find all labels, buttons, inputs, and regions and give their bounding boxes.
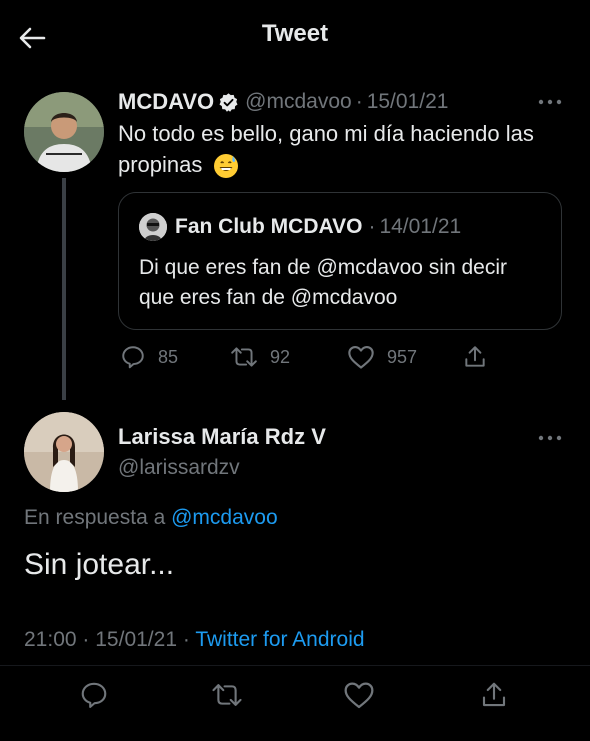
page-title: Tweet [261, 20, 329, 47]
grinning-sweat-emoji-icon [213, 153, 239, 179]
quoted-tweet-date: 14/01/21 [379, 215, 462, 238]
like-icon [348, 346, 374, 369]
quoted-author-name: Fan Club MCDAVO [175, 215, 363, 238]
reply-context: En respuesta a @mcdavoo [24, 506, 278, 530]
reply-author-handle[interactable]: @larissardzv [118, 456, 240, 480]
reply-text: Sin jotear... [24, 548, 175, 581]
verified-badge-icon [218, 92, 239, 113]
tweet-date[interactable]: 15/01/21 [367, 90, 449, 114]
separator-dot: · [182, 628, 190, 651]
tweet-text: No todo es bello, gano mi día haciendo l… [118, 118, 573, 180]
author-handle[interactable]: @mcdavoo [245, 90, 352, 114]
tweet-header: MCDAVO @mcdavoo · 15/01/21 [118, 88, 448, 116]
reply-button[interactable]: 85 [120, 344, 178, 370]
like-button[interactable]: 957 [347, 344, 417, 370]
retweet-icon [231, 347, 257, 367]
bottom-retweet-button[interactable] [211, 680, 243, 710]
author-name[interactable]: MCDAVO [118, 89, 214, 115]
share-icon [482, 682, 506, 707]
source-link[interactable]: Twitter for Android [195, 628, 364, 651]
separator-dot: · [82, 628, 90, 651]
reply-to-mention-link[interactable]: @mcdavoo [171, 506, 278, 529]
quoted-avatar [139, 213, 167, 241]
separator-dot: · [355, 90, 363, 113]
thread-connector [62, 178, 66, 400]
quoted-tweet[interactable]: Fan Club MCDAVO · 14/01/21 Di que eres f… [118, 192, 562, 330]
tweet-text-body: No todo es bello, gano mi día haciendo l… [118, 121, 534, 177]
more-options-button[interactable] [535, 92, 565, 112]
separator-dot: · [368, 215, 376, 238]
reply-timestamp: 21:00 · 15/01/21 · Twitter for Android [24, 628, 365, 652]
bottom-reply-button[interactable] [79, 680, 109, 710]
reply-avatar[interactable] [24, 412, 104, 492]
bottom-like-button[interactable] [343, 680, 375, 710]
like-count: 957 [387, 346, 418, 367]
reply-icon [81, 682, 107, 708]
quoted-tweet-text: Di que eres fan de @mcdavoo sin decir qu… [139, 256, 508, 309]
more-icon [538, 99, 562, 105]
share-icon [465, 346, 485, 367]
share-button[interactable] [462, 344, 488, 370]
reply-count: 85 [158, 346, 179, 367]
retweet-count: 92 [270, 346, 291, 367]
quoted-tweet-header: Fan Club MCDAVO · 14/01/21 [139, 213, 461, 241]
reply-time[interactable]: 21:00 [24, 628, 77, 651]
retweet-icon [212, 684, 242, 706]
reply-date[interactable]: 15/01/21 [95, 628, 177, 651]
reply-prefix: En respuesta a [24, 506, 166, 529]
reply-icon [122, 346, 144, 369]
reply-more-options-button[interactable] [535, 428, 565, 448]
retweet-button[interactable]: 92 [230, 344, 290, 370]
bottom-share-button[interactable] [479, 680, 509, 710]
avatar[interactable] [24, 92, 104, 172]
more-icon [538, 435, 562, 441]
reply-author-name[interactable]: Larissa María Rdz V [118, 424, 326, 450]
like-icon [344, 682, 374, 709]
divider [0, 665, 590, 666]
